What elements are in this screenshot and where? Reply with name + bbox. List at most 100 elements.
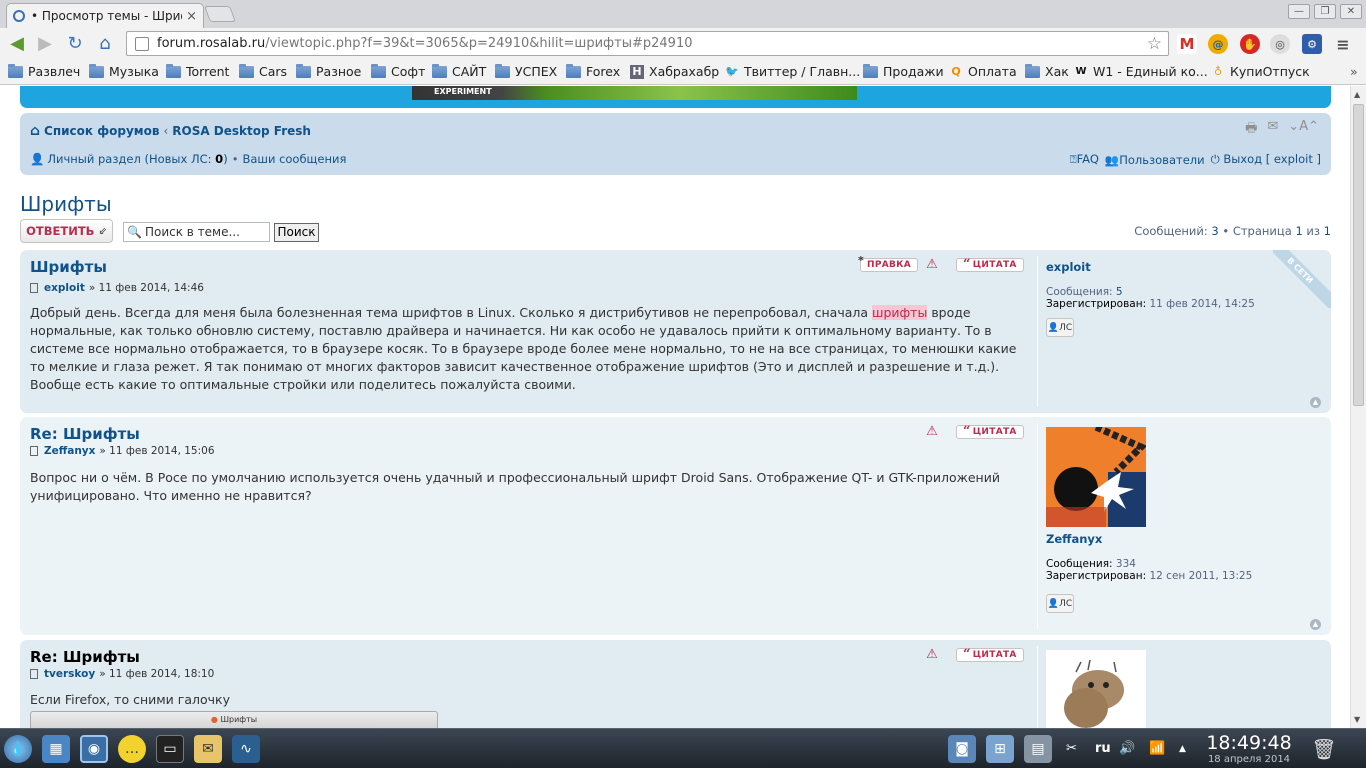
profile-username[interactable]: Zeffanyx xyxy=(1046,532,1102,546)
quote-button[interactable]: “ЦИТАТА xyxy=(956,648,1024,662)
report-warning-icon[interactable]: ⚠ xyxy=(924,648,940,662)
topic-title[interactable]: Шрифты xyxy=(20,192,112,216)
report-warning-icon[interactable]: ⚠ xyxy=(924,425,940,439)
bookmark-prodazhi[interactable]: Продажи xyxy=(863,63,944,79)
browser-taskbar-icon[interactable]: ◉ xyxy=(80,735,108,763)
bookmark-hak[interactable]: Хак xyxy=(1025,63,1069,79)
post-title[interactable]: Шрифты xyxy=(30,258,107,276)
workspace-switcher-icon[interactable]: ⊞ xyxy=(986,735,1014,763)
page-info-icon[interactable] xyxy=(135,36,149,51)
post-icon[interactable] xyxy=(30,446,38,456)
mail-client-icon[interactable]: ✉ xyxy=(194,735,222,763)
bookmark-raznoe[interactable]: Разное xyxy=(296,63,361,79)
reload-icon[interactable]: ↻ xyxy=(64,33,86,55)
minimize-button[interactable]: — xyxy=(1288,4,1310,19)
bookmark-sait[interactable]: САЙТ xyxy=(432,63,486,79)
users-link[interactable]: 👥Пользователи xyxy=(1105,153,1205,167)
your-messages-link[interactable]: Ваши сообщения xyxy=(242,152,346,166)
new-tab-button[interactable] xyxy=(204,6,236,22)
post-author[interactable]: Zeffanyx xyxy=(44,445,95,457)
edit-button[interactable]: * ПРАВКА xyxy=(858,254,919,272)
mail-icon[interactable]: @ xyxy=(1208,34,1228,54)
reply-button[interactable]: ОТВЕТИТЬ ⇙ xyxy=(20,219,113,243)
wifi-icon[interactable]: 📶 xyxy=(1149,741,1165,756)
topic-search-input[interactable]: 🔍 Поиск в теме... xyxy=(123,222,270,242)
bookmark-torrent[interactable]: Torrent xyxy=(166,63,229,79)
close-window-button[interactable]: ✕ xyxy=(1340,4,1362,19)
embedded-screenshot[interactable]: ● Шрифты xyxy=(30,711,438,728)
tab-close-icon[interactable]: × xyxy=(186,9,197,24)
back-arrow-icon[interactable]: ◀ xyxy=(6,33,28,55)
start-menu-icon[interactable]: 💧 xyxy=(4,735,32,763)
back-to-top-icon[interactable]: ▲ xyxy=(1310,619,1321,630)
user-icon: 👤 xyxy=(30,152,45,166)
last-page-link[interactable]: 1 xyxy=(1324,224,1331,238)
clipboard-icon[interactable]: ✂ xyxy=(1066,741,1077,756)
home-icon[interactable]: ⌂ xyxy=(94,33,116,55)
bookmark-twitter[interactable]: 🐦 Твиттер / Главн... xyxy=(725,64,860,79)
faq-link[interactable]: ⍰FAQ xyxy=(1070,152,1099,167)
search-button[interactable]: Поиск xyxy=(274,223,319,242)
user-avatar[interactable] xyxy=(1046,427,1146,527)
font-size-toggle[interactable]: ⌄A⌃ xyxy=(1288,119,1319,141)
maximize-button[interactable]: ❐ xyxy=(1314,4,1336,19)
post-author[interactable]: tverskoy xyxy=(44,668,95,680)
keyboard-layout[interactable]: ru xyxy=(1095,741,1111,756)
bookmark-forex[interactable]: Forex xyxy=(566,63,620,79)
report-warning-icon[interactable]: ⚠ xyxy=(924,258,940,272)
menu-icon[interactable]: ≡ xyxy=(1333,34,1353,54)
browser-tab-active[interactable]: • Просмотр темы - Шриф × xyxy=(6,3,204,28)
chat-icon[interactable]: … xyxy=(118,735,146,763)
crumb-rosa-desktop-fresh[interactable]: ROSA Desktop Fresh xyxy=(172,124,311,138)
post-title[interactable]: Re: Шрифты xyxy=(30,648,140,666)
quote-button[interactable]: “ЦИТАТА xyxy=(956,425,1024,439)
post-author[interactable]: exploit xyxy=(44,282,85,294)
post-icon[interactable] xyxy=(30,283,38,293)
user-avatar[interactable] xyxy=(1046,650,1146,728)
scrollbar-thumb[interactable] xyxy=(1353,104,1364,406)
banner-image[interactable]: EXPERIMENT xyxy=(412,86,857,100)
crumb-forum-list[interactable]: Список форумов xyxy=(44,124,159,138)
screenshot-tool-icon[interactable]: ◙ xyxy=(948,735,976,763)
email-icon[interactable]: ✉ xyxy=(1267,119,1278,141)
clock[interactable]: 18:49:48 18 апреля 2014 xyxy=(1204,732,1294,766)
profile-username[interactable]: exploit xyxy=(1046,260,1327,274)
tray-expand-icon[interactable]: ▲ xyxy=(1179,744,1186,754)
bookmark-muzyka[interactable]: Музыка xyxy=(89,63,159,79)
bookmarks-overflow-icon[interactable]: » xyxy=(1350,64,1358,79)
ghost-icon[interactable]: ◎ xyxy=(1270,34,1290,54)
bookmark-habrahabr[interactable]: H Хабрахабр xyxy=(630,64,719,79)
forward-arrow-icon[interactable]: ▶ xyxy=(34,33,56,55)
terminal-icon[interactable]: ▭ xyxy=(156,735,184,763)
pm-button[interactable]: 👤 ЛС xyxy=(1046,594,1074,613)
bookmark-star-icon[interactable]: ☆ xyxy=(1147,34,1162,54)
post-title[interactable]: Re: Шрифты xyxy=(30,425,140,443)
bookmark-cars[interactable]: Cars xyxy=(239,63,287,79)
trash-icon[interactable]: 🗑 xyxy=(1310,735,1338,763)
network-manager-icon[interactable]: ▤ xyxy=(1024,735,1052,763)
quote-button[interactable]: “ЦИТАТА xyxy=(956,258,1024,272)
volume-icon[interactable]: 🔊 xyxy=(1119,741,1135,756)
bookmark-oplata[interactable]: Q Оплата xyxy=(949,64,1016,79)
bookmark-soft[interactable]: Софт xyxy=(371,63,425,79)
adblock-icon[interactable]: ✋ xyxy=(1240,34,1260,54)
logout-link[interactable]: ⏻ Выход [ exploit ] xyxy=(1211,152,1321,167)
pm-button[interactable]: 👤 ЛС xyxy=(1046,318,1074,337)
system-monitor-icon[interactable]: ∿ xyxy=(232,735,260,763)
scroll-up-icon[interactable]: ▲ xyxy=(1354,90,1360,99)
file-manager-icon[interactable]: ▦ xyxy=(42,735,70,763)
scroll-down-icon[interactable]: ▼ xyxy=(1354,715,1360,724)
page-link[interactable]: 1 xyxy=(1295,224,1302,238)
bookmark-kupiotpusk[interactable]: ♁ КупиОтпуск xyxy=(1211,64,1310,79)
settings-icon[interactable]: ⚙ xyxy=(1302,34,1322,54)
bookmark-uspeh[interactable]: УСПЕХ xyxy=(495,63,557,79)
gmail-icon[interactable]: M xyxy=(1177,34,1197,54)
address-bar[interactable]: forum.rosalab.ru/viewtopic.php?f=39&t=30… xyxy=(126,31,1169,56)
bookmark-razvlech[interactable]: Развлеч xyxy=(8,63,80,79)
bookmark-w1[interactable]: W W1 - Единый ко... xyxy=(1074,64,1207,79)
pm-link[interactable]: Личный раздел (Новых ЛС: 0) xyxy=(47,152,227,166)
post-icon[interactable] xyxy=(30,669,38,679)
back-to-top-icon[interactable]: ▲ xyxy=(1310,397,1321,408)
page-scrollbar[interactable]: ▲ ▼ xyxy=(1350,86,1366,728)
print-icon[interactable]: 🖶 xyxy=(1245,119,1257,141)
